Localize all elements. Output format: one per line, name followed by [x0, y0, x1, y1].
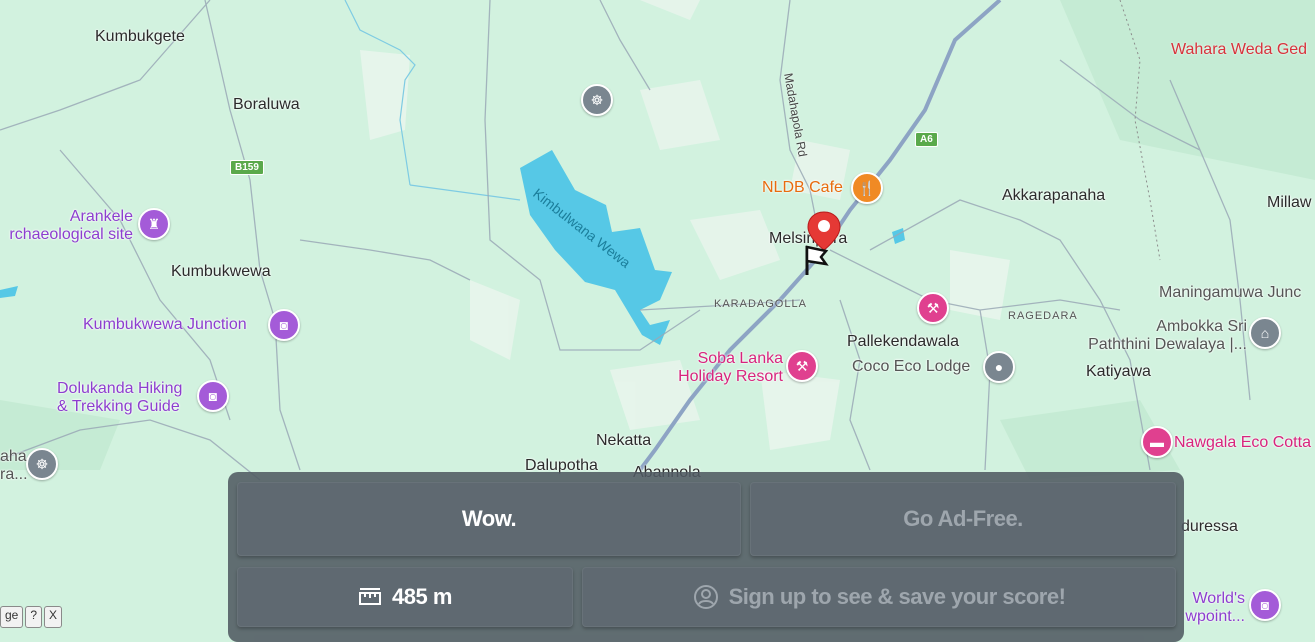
poi-arankele-line2: rchaeological site — [9, 226, 133, 243]
signup-button[interactable]: Sign up to see & save your score! — [582, 567, 1176, 627]
town-millaw: Millaw — [1267, 194, 1312, 211]
poi-ambokka[interactable]: Ambokka Sri Paththini Dewalaya |... — [1077, 318, 1247, 354]
wow-button[interactable]: Wow. — [237, 482, 741, 556]
castle-icon[interactable]: ♜ — [138, 208, 170, 240]
town-katiyawa: Katiyawa — [1086, 363, 1151, 380]
poi-worlds[interactable]: World's wpoint... — [1185, 590, 1245, 626]
town-pallekendawala: Pallekendawala — [847, 333, 960, 350]
distance-value: 485 m — [392, 584, 452, 609]
poi-worlds-line1: World's — [1192, 590, 1245, 607]
ruler-icon — [358, 587, 382, 607]
signup-label: Sign up to see & save your score! — [728, 584, 1066, 609]
bed-icon[interactable]: ▬ — [1141, 426, 1173, 458]
town-duressa: duressa — [1181, 518, 1238, 535]
poi-maningamuwa[interactable]: Maningamuwa Junc — [1159, 284, 1301, 302]
attribution-text[interactable]: ge — [0, 606, 24, 628]
poi-arankele-line1: Arankele — [69, 208, 133, 225]
poi-nldb-cafe[interactable]: NLDB Cafe — [762, 179, 843, 197]
temple-icon[interactable]: ⌂ — [1249, 317, 1281, 349]
poi-kumbukwewa-junction[interactable]: Kumbukwewa Junction — [83, 316, 247, 334]
b159-shield: B159 — [230, 160, 264, 175]
poi-soba-lanka[interactable]: Soba Lanka Holiday Resort — [668, 350, 783, 386]
poi-soba-lanka-line2: Holiday Resort — [678, 368, 783, 385]
poi-dolukanda[interactable]: Dolukanda Hiking & Trekking Guide — [57, 380, 182, 416]
poi-wahara[interactable]: Wahara Weda Ged — [1171, 41, 1307, 59]
poi-ambokka-line1: Ambokka Sri — [1156, 318, 1247, 335]
camera-icon[interactable]: ◙ — [1249, 589, 1281, 621]
go-ad-free-button[interactable]: Go Ad-Free. — [750, 482, 1176, 556]
result-panel: Wow. Go Ad-Free. 485 m Sign up to see & … — [228, 472, 1184, 642]
camera-icon[interactable]: ◙ — [268, 309, 300, 341]
poi-left-edge-line1: aha — [0, 448, 27, 465]
poi-worlds-line2: wpoint... — [1185, 608, 1245, 625]
poi-left-edge-line2: ra... — [0, 466, 28, 483]
camera-icon[interactable]: ◙ — [197, 380, 229, 412]
help-button[interactable]: ? — [25, 606, 43, 628]
poi-left-edge[interactable]: aha ra... — [0, 448, 28, 484]
resort-icon[interactable]: ⚒ — [786, 350, 818, 382]
poi-arankele[interactable]: Arankele rchaeological site — [0, 208, 133, 244]
flag-icon[interactable] — [802, 242, 832, 278]
a6-shield: A6 — [915, 132, 938, 147]
distance-display: 485 m — [237, 567, 573, 627]
dharma-wheel-icon[interactable]: ☸ — [581, 84, 613, 116]
wow-label: Wow. — [461, 506, 517, 531]
poi-dolukanda-line2: & Trekking Guide — [57, 398, 180, 415]
poi-nawgala[interactable]: Nawgala Eco Cotta — [1174, 434, 1311, 452]
town-nekatta: Nekatta — [596, 432, 652, 449]
restaurant-icon[interactable]: 🍴 — [851, 172, 883, 204]
poi-dolukanda-line1: Dolukanda Hiking — [57, 380, 183, 397]
adfree-label: Go Ad-Free. — [903, 506, 1023, 531]
dharma-wheel-icon[interactable]: ☸ — [26, 448, 58, 480]
town-boraluwa: Boraluwa — [233, 96, 300, 113]
town-kumbukgete: Kumbukgete — [95, 28, 185, 45]
map-attribution: ge ? X — [0, 606, 63, 628]
area-karadagolla: KARADAGOLLA — [714, 298, 807, 310]
poi-ambokka-line2: Paththini Dewalaya |... — [1088, 336, 1247, 353]
resort-icon[interactable]: ⚒ — [917, 292, 949, 324]
area-ragedara: RAGEDARA — [1008, 310, 1078, 322]
close-button[interactable]: X — [44, 606, 63, 628]
poi-coco-eco[interactable]: Coco Eco Lodge — [852, 358, 970, 376]
poi-soba-lanka-line1: Soba Lanka — [697, 350, 783, 367]
town-akkarapanaha: Akkarapanaha — [1002, 187, 1106, 204]
town-kumbukwewa: Kumbukwewa — [171, 263, 271, 280]
user-circle-icon — [693, 584, 719, 610]
place-icon[interactable]: ● — [983, 351, 1015, 383]
